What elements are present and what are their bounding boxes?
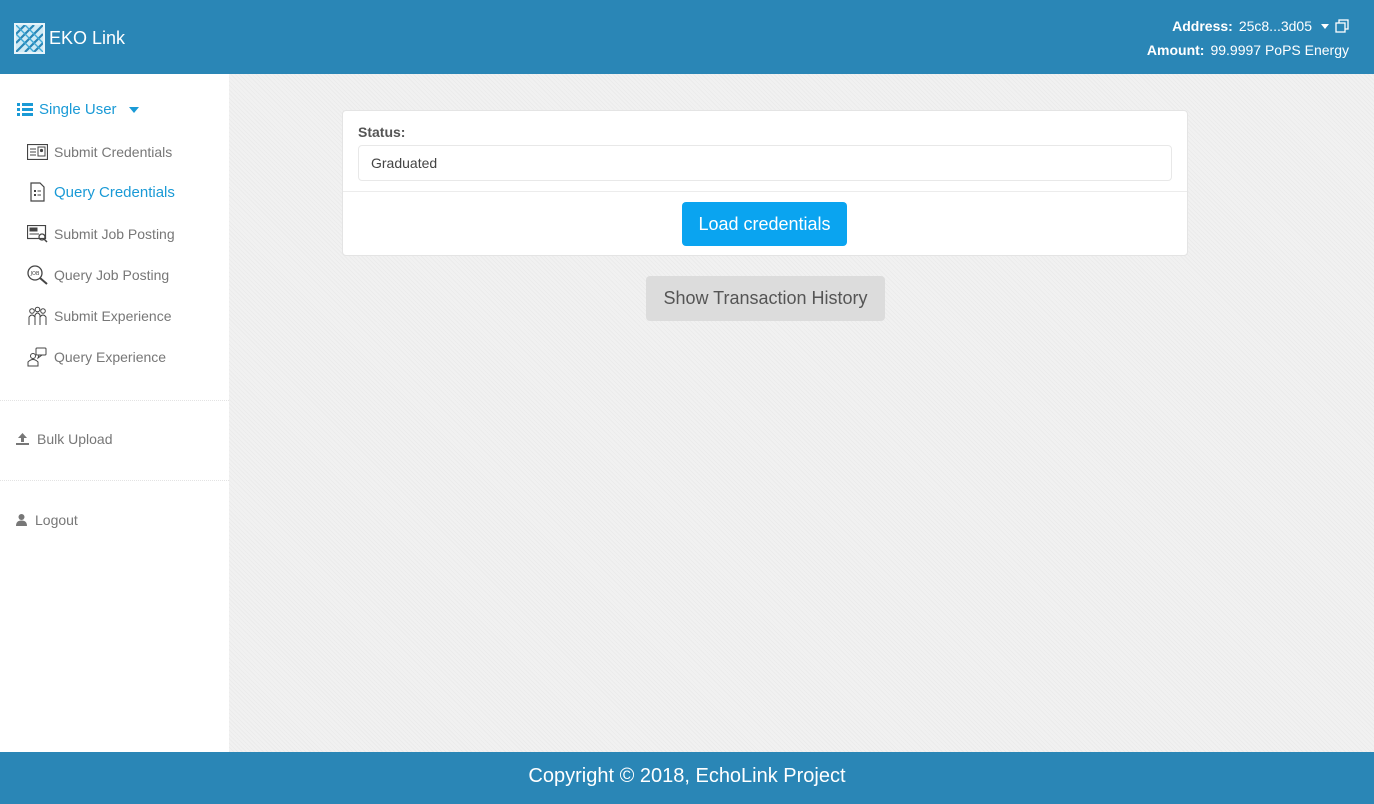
logout-label: Logout	[35, 512, 78, 528]
bulk-upload-link[interactable]: Bulk Upload	[16, 431, 113, 447]
address-value[interactable]: 25c8...3d05	[1239, 14, 1312, 38]
brand[interactable]: EKO Link	[14, 22, 125, 54]
top-bar: EKO Link Address: 25c8...3d05 Amount: 99…	[0, 0, 1374, 74]
people-icon	[26, 306, 48, 326]
document-icon	[26, 182, 48, 202]
status-label: Status:	[358, 124, 406, 140]
sidebar-divider	[0, 480, 229, 481]
sidebar: Single User Submit Credentials Query Cre…	[0, 74, 229, 752]
sidebar-item-submit-job-posting[interactable]: Submit Job Posting	[26, 224, 175, 244]
app-name: EKO Link	[49, 27, 126, 48]
sidebar-item-label: Submit Experience	[54, 308, 172, 324]
sidebar-item-submit-credentials[interactable]: Submit Credentials	[26, 142, 172, 162]
user-icon	[16, 514, 27, 526]
copy-icon[interactable]	[1335, 19, 1349, 33]
job-board-icon	[26, 224, 48, 244]
eko-logo-icon	[14, 22, 45, 54]
sidebar-section-single-user[interactable]: Single User	[17, 101, 139, 118]
account-info: Address: 25c8...3d05 Amount: 99.9997 PoP…	[1147, 14, 1349, 62]
credentials-card: Status: Load credentials	[342, 110, 1188, 256]
speech-person-icon	[26, 347, 48, 367]
copyright-text: Copyright © 2018, EchoLink Project	[528, 765, 846, 787]
list-icon	[17, 103, 33, 116]
sidebar-item-query-credentials[interactable]: Query Credentials	[26, 182, 175, 202]
bulk-upload-label: Bulk Upload	[37, 431, 113, 447]
job-search-icon: JOB	[26, 265, 48, 285]
sidebar-item-submit-experience[interactable]: Submit Experience	[26, 306, 172, 326]
svg-text:JOB: JOB	[29, 271, 39, 277]
id-card-icon	[26, 142, 48, 162]
status-field[interactable]	[358, 145, 1172, 181]
sidebar-item-label: Submit Job Posting	[54, 226, 175, 242]
chevron-down-icon	[128, 106, 139, 113]
load-credentials-button[interactable]: Load credentials	[682, 202, 847, 246]
card-divider	[343, 191, 1187, 192]
amount-value: 99.9997 PoPS Energy	[1210, 42, 1349, 58]
sidebar-item-label: Query Experience	[54, 349, 167, 365]
chevron-down-icon[interactable]	[1321, 23, 1329, 29]
amount-label: Amount:	[1146, 42, 1205, 58]
sidebar-section-label: Single User	[39, 101, 117, 118]
sidebar-item-query-job-posting[interactable]: JOB Query Job Posting	[26, 265, 169, 285]
sidebar-item-query-experience[interactable]: Query Experience	[26, 347, 166, 367]
sidebar-item-label: Submit Credentials	[54, 144, 173, 160]
main-content: Status: Load credentials Show Transactio…	[229, 74, 1374, 752]
footer: Copyright © 2018, EchoLink Project	[0, 752, 1374, 804]
upload-icon	[16, 433, 29, 445]
logout-link[interactable]: Logout	[16, 512, 78, 528]
show-transaction-history-button[interactable]: Show Transaction History	[646, 276, 885, 321]
sidebar-item-label: Query Credentials	[54, 183, 175, 201]
sidebar-divider	[0, 400, 229, 401]
sidebar-item-label: Query Job Posting	[54, 267, 170, 283]
address-label: Address:	[1172, 18, 1233, 34]
